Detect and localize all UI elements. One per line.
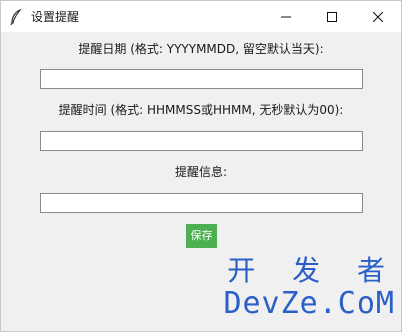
minimize-icon (281, 7, 291, 26)
window-title: 设置提醒 (31, 10, 80, 24)
form-area: 提醒日期 (格式: YYYYMMDD, 留空默认当天): 提醒时间 (格式: H… (1, 32, 401, 331)
reminder-window: 设置提醒 提醒日期 (格式: YYYYMMDD, 留空默认当天): 提醒时间 (… (0, 0, 402, 332)
maximize-button[interactable] (309, 1, 355, 32)
message-label: 提醒信息: (174, 165, 228, 179)
minimize-button[interactable] (263, 1, 309, 32)
close-icon (372, 7, 384, 26)
date-label: 提醒日期 (格式: YYYYMMDD, 留空默认当天): (78, 42, 324, 56)
date-input[interactable] (40, 69, 363, 89)
watermark-line1: 开 发 者 (227, 254, 395, 287)
watermark-line2: DevZe.CoM (223, 286, 395, 321)
close-button[interactable] (355, 1, 401, 32)
message-input[interactable] (40, 193, 363, 213)
maximize-icon (327, 7, 337, 26)
time-label: 提醒时间 (格式: HHMMSS或HHMM, 无秒默认为00): (58, 103, 344, 117)
save-button[interactable]: 保存 (186, 224, 217, 248)
watermark: 开 发 者 DevZe.CoM (223, 255, 395, 321)
feather-icon (9, 8, 23, 26)
title-bar[interactable]: 设置提醒 (1, 1, 401, 32)
time-input[interactable] (40, 131, 363, 151)
